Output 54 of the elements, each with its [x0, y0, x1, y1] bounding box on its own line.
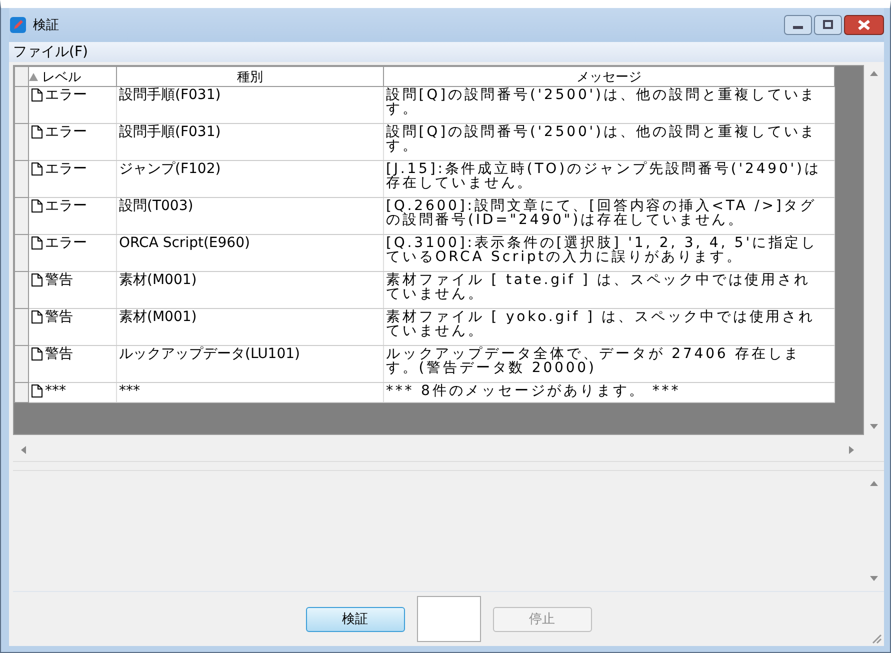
table-cell: エラー: [45, 88, 87, 102]
scroll-up-arrow[interactable]: [870, 71, 878, 76]
scroll-down-arrow[interactable]: [870, 424, 878, 429]
menu-item[interactable]: ファイル(F): [9, 43, 92, 61]
table-cell: [Q.3100]:表示条件の[選択肢] '1, 2, 3, 4, 5'に指定しているORCA Scriptの入力に誤りがあります。: [384, 234, 834, 272]
table-cell: 素材ファイル [ yoko.gif ] は、スペック中では使用されていません。: [384, 308, 834, 346]
table-cell: *** 8件のメッセージがあります。 ***: [384, 382, 834, 402]
table-cell: [Q.2600]:設問文章にて、[回答内容の挿入<TA />]タグの設問番号(ID="2490")は存在していません。: [384, 198, 834, 234]
document-icon: [31, 236, 43, 250]
maximize-button[interactable]: [814, 15, 842, 35]
resize-grip-icon[interactable]: [870, 632, 882, 644]
document-icon: [31, 384, 43, 398]
document-icon: [31, 162, 43, 176]
action-button[interactable]: 検証: [306, 606, 404, 632]
scroll-up-arrow[interactable]: [870, 481, 878, 486]
table-cell: 素材(M001): [116, 308, 384, 346]
table-cell: 警告: [45, 273, 73, 287]
document-icon: [31, 310, 43, 324]
minimize-button[interactable]: [784, 15, 812, 35]
table-cell: 設問[Q]の設問番号('2500')は、他の設問と重複しています。: [384, 86, 834, 124]
table-cell: エラー: [45, 236, 87, 250]
document-icon: [31, 273, 43, 287]
column-header[interactable]: 種別: [116, 66, 384, 86]
table-cell: ***: [45, 384, 66, 398]
document-icon: [31, 347, 43, 361]
column-header[interactable]: レベル: [28, 66, 116, 86]
table-cell: ジャンプ(F102): [116, 160, 384, 198]
table-cell: 警告: [45, 310, 73, 324]
table-cell: 設問(T003): [116, 198, 384, 234]
table-cell: 設問手順(F031): [116, 86, 384, 124]
table-cell: エラー: [45, 162, 87, 176]
column-header[interactable]: メッセージ: [384, 66, 834, 86]
table-cell: ORCA Script(E960): [116, 234, 384, 272]
table-cell: ***: [116, 382, 384, 402]
document-icon: [31, 199, 43, 213]
table-cell: 素材(M001): [116, 272, 384, 308]
table-cell: 素材ファイル [ tate.gif ] は、スペック中では使用されていません。: [384, 272, 834, 308]
table-cell: エラー: [45, 125, 87, 139]
document-icon: [31, 125, 43, 139]
preview-box: [416, 596, 480, 642]
scroll-right-arrow[interactable]: [849, 446, 854, 454]
document-icon: [31, 88, 43, 102]
table-cell: ルックアップデータ全体で、データが 27406 存在します。(警告データ数 20000): [384, 346, 834, 382]
table-cell: エラー: [45, 199, 87, 213]
table-cell: 設問[Q]の設問番号('2500')は、他の設問と重複しています。: [384, 124, 834, 160]
scroll-down-arrow[interactable]: [870, 576, 878, 581]
pencil-icon: [9, 16, 27, 34]
close-button[interactable]: [844, 15, 884, 35]
scroll-left-arrow[interactable]: [21, 446, 26, 454]
table-cell: [J.15]:条件成立時(TO)のジャンプ先設問番号('2490')は存在していません。: [384, 160, 834, 198]
table-cell: ルックアップデータ(LU101): [116, 346, 384, 382]
table-cell: 設問手順(F031): [116, 124, 384, 160]
table-cell: 警告: [45, 347, 73, 361]
window-title: 検証: [33, 17, 59, 34]
